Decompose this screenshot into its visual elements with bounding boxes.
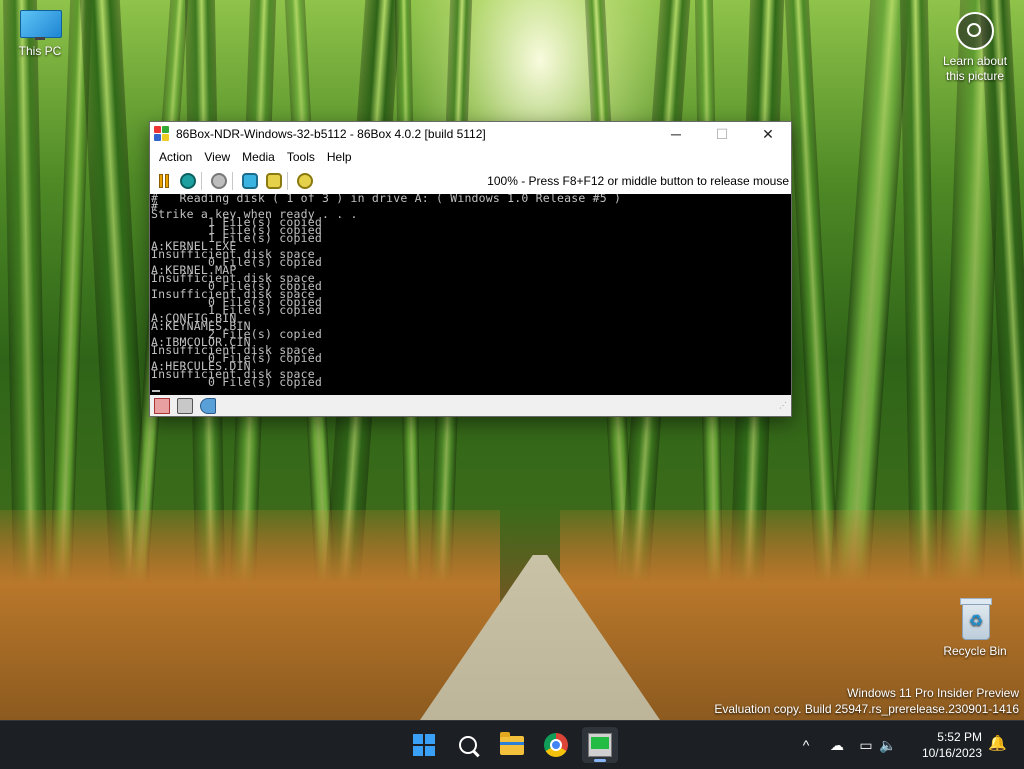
clock-time: 5:52 PM	[937, 730, 982, 744]
recycle-bin-label: Recycle Bin	[943, 644, 1007, 658]
status-bar: ⋰	[150, 395, 791, 416]
network-icon[interactable]: ▭	[854, 737, 878, 754]
windows-watermark: Windows 11 Pro Insider Preview Evaluatio…	[714, 685, 1019, 717]
power-icon	[210, 173, 227, 189]
windows-logo-icon	[413, 734, 435, 756]
ctrl-alt-esc-icon	[265, 173, 282, 189]
watermark-line2: Evaluation copy. Build 25947.rs_prerelea…	[714, 702, 1019, 716]
toolbar-separator	[287, 172, 288, 190]
toolbar: 100% - Press F8+F12 or middle button to …	[150, 168, 791, 194]
maximize-button[interactable]: ☐	[699, 122, 745, 146]
menu-tools[interactable]: Tools	[281, 146, 321, 168]
chrome-icon	[544, 733, 568, 757]
window-title: 86Box-NDR-Windows-32-b5112 - 86Box 4.0.2…	[176, 127, 486, 141]
settings-icon	[296, 173, 313, 189]
learn-about-picture-icon[interactable]: Learn about this picture	[936, 12, 1014, 84]
ctrl-alt-del-icon	[241, 173, 258, 189]
menu-view[interactable]: View	[198, 146, 236, 168]
toolbar-separator	[232, 172, 233, 190]
learn-about-line2: this picture	[945, 69, 1005, 83]
86box-window[interactable]: 86Box-NDR-Windows-32-b5112 - 86Box 4.0.2…	[149, 121, 792, 417]
file-explorer-button[interactable]	[494, 727, 530, 763]
hard-reset-button[interactable]	[177, 171, 198, 191]
start-button[interactable]	[406, 727, 442, 763]
cloud-status-icon[interactable]: ☁	[824, 737, 850, 754]
close-button[interactable]: ✕	[745, 122, 791, 146]
clock[interactable]: 5:52 PM 10/16/2023	[918, 729, 982, 761]
volume-muted-icon[interactable]: 🔈	[878, 737, 898, 754]
sound-icon[interactable]	[200, 397, 216, 414]
86box-taskbar-button[interactable]	[582, 727, 618, 763]
text-cursor	[152, 390, 160, 392]
86box-app-icon	[154, 126, 170, 142]
hard-disk-icon[interactable]	[177, 397, 193, 414]
this-pc-icon[interactable]: This PC	[12, 10, 68, 58]
hard-reset-icon	[179, 173, 196, 189]
recycle-bin-icon[interactable]: ♻ Recycle Bin	[940, 598, 1010, 658]
search-button[interactable]	[450, 727, 486, 763]
chrome-button[interactable]	[538, 727, 574, 763]
clock-date: 10/16/2023	[921, 746, 982, 760]
notification-bell-icon[interactable]: 🔔	[988, 736, 1007, 752]
pause-icon	[158, 174, 169, 188]
taskbar: ^ ☁ ▭ 🔈 5:52 PM 10/16/2023 🔔	[0, 720, 1024, 769]
grass-left	[0, 510, 500, 720]
86box-icon	[588, 733, 612, 757]
floppy-drive-icon[interactable]	[154, 397, 170, 414]
mouse-capture-message: 100% - Press F8+F12 or middle button to …	[487, 174, 789, 188]
menu-action[interactable]: Action	[153, 146, 198, 168]
this-pc-label: This PC	[18, 44, 62, 58]
camera-icon	[956, 12, 994, 50]
watermark-line1: Windows 11 Pro Insider Preview	[847, 686, 1019, 700]
ctrl-alt-del-button[interactable]	[239, 171, 260, 191]
dos-console-text: # Reading disk ( 1 of 3 ) in drive A: ( …	[151, 194, 622, 389]
resize-grip[interactable]: ⋰	[779, 401, 789, 411]
emulator-screen[interactable]: # Reading disk ( 1 of 3 ) in drive A: ( …	[150, 194, 791, 395]
power-button[interactable]	[208, 171, 229, 191]
monitor-icon	[20, 10, 62, 40]
ctrl-alt-esc-button[interactable]	[263, 171, 284, 191]
menu-help[interactable]: Help	[321, 146, 358, 168]
search-icon	[459, 736, 477, 754]
bin-icon: ♻	[958, 598, 992, 640]
toolbar-separator	[201, 172, 202, 190]
title-bar[interactable]: 86Box-NDR-Windows-32-b5112 - 86Box 4.0.2…	[150, 122, 791, 146]
show-hidden-icons-button[interactable]: ^	[796, 737, 816, 753]
system-tray: ^ ☁ ▭ 🔈	[796, 721, 898, 769]
pause-button[interactable]	[153, 171, 174, 191]
menu-media[interactable]: Media	[236, 146, 281, 168]
settings-button[interactable]	[294, 171, 315, 191]
folder-icon	[500, 731, 524, 755]
learn-about-label: Learn about this picture	[936, 54, 1014, 84]
minimize-button[interactable]: ─	[653, 122, 699, 146]
menu-bar: Action View Media Tools Help	[150, 146, 791, 168]
learn-about-line1: Learn about	[942, 54, 1008, 68]
